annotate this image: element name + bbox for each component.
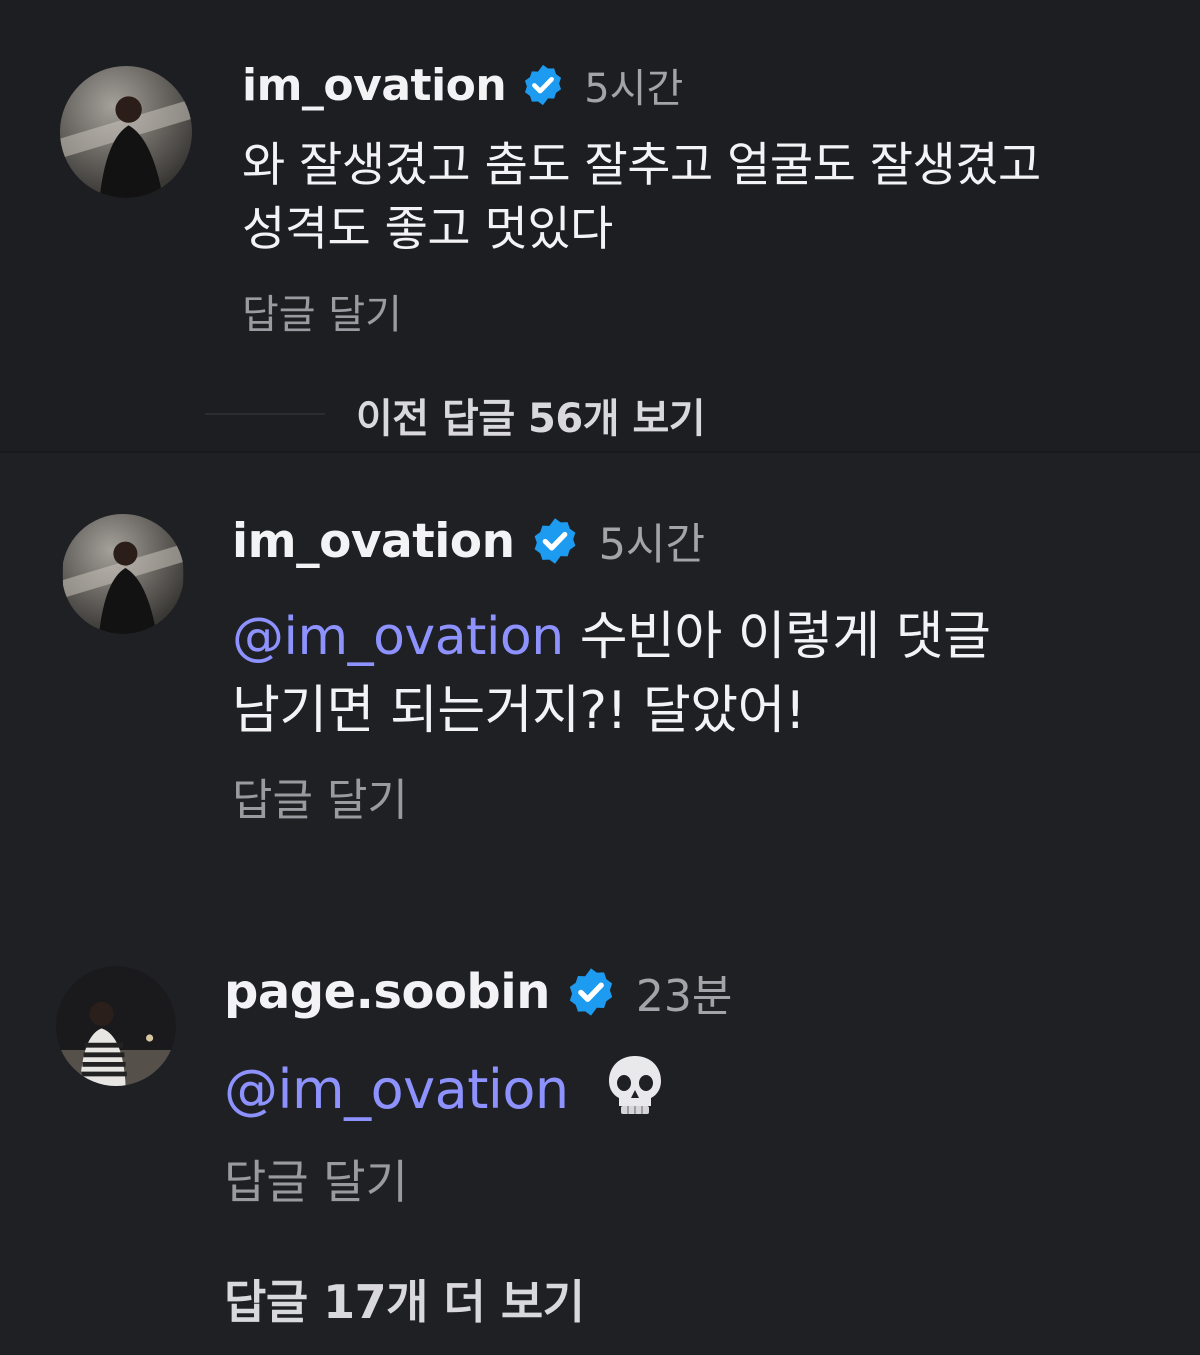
username[interactable]: page.soobin xyxy=(224,964,550,1020)
comment-line: 성격도 좋고 멋있다 xyxy=(242,202,613,257)
view-previous-replies-button[interactable]: 이전 답글 56개 보기 xyxy=(356,386,706,444)
username[interactable]: im_ovation xyxy=(242,60,507,111)
profile-photo-icon xyxy=(60,66,192,198)
comment-text: 와 잘생겼고 춤도 잘추고 얼굴도 잘생겼고 성격도 좋고 멋있다 xyxy=(242,134,1041,262)
verified-badge-icon xyxy=(529,515,581,567)
comment-line: 남기면 되는거지?! 달았어! xyxy=(232,681,806,741)
thread-line xyxy=(205,413,325,415)
view-more-replies-button[interactable]: 답글 17개 더 보기 xyxy=(224,1266,585,1332)
comment-text: @im_ovation xyxy=(224,1052,667,1135)
skull-emoji xyxy=(603,1052,667,1135)
comment-line: 와 잘생겼고 춤도 잘추고 얼굴도 잘생겼고 xyxy=(242,138,1041,193)
reply-button[interactable]: 답글 달기 xyxy=(242,282,402,340)
comment-line: @im_ovation 수빈아 이렇게 댓글 xyxy=(232,600,991,674)
timestamp: 5시간 xyxy=(598,520,706,570)
avatar[interactable] xyxy=(62,514,184,634)
verified-badge-icon xyxy=(520,62,566,108)
timestamp: 23분 xyxy=(635,971,733,1022)
mention-link[interactable]: @im_ovation xyxy=(232,607,564,667)
avatar[interactable] xyxy=(60,66,192,198)
section-divider xyxy=(0,451,1200,453)
username[interactable]: im_ovation xyxy=(232,514,515,569)
reply-button[interactable]: 답글 달기 xyxy=(232,764,408,828)
profile-photo-icon xyxy=(63,514,183,634)
avatar[interactable] xyxy=(56,966,176,1086)
profile-photo-icon xyxy=(56,966,176,1086)
timestamp: 5시간 xyxy=(584,66,684,112)
comment-text: @im_ovation 수빈아 이렇게 댓글 남기면 되는거지?! 달았어! xyxy=(232,600,991,748)
reply-button[interactable]: 답글 달기 xyxy=(224,1146,408,1212)
verified-badge-icon xyxy=(564,965,618,1019)
comment-line-rest: 수빈아 이렇게 댓글 xyxy=(563,607,991,667)
mention-link[interactable]: @im_ovation xyxy=(224,1058,569,1121)
